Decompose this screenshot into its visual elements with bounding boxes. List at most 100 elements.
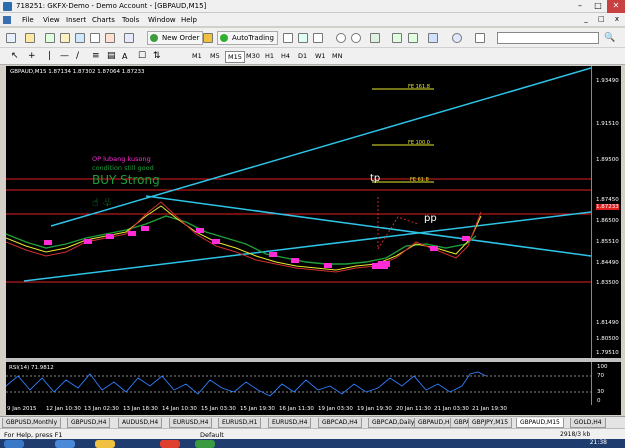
horizontal-line-icon[interactable]: — <box>60 51 69 62</box>
new-chart-icon[interactable] <box>6 33 16 43</box>
chart-tab[interactable]: AUDUSD,H4 <box>118 418 163 428</box>
vertical-line-icon[interactable]: | <box>48 51 51 62</box>
standard-toolbar: New Order AutoTrading 🔍 <box>0 28 625 48</box>
chart-tab[interactable]: GBPUSD,H4 <box>67 418 111 428</box>
menu-insert[interactable]: Insert <box>66 16 86 24</box>
lower-trendline <box>23 211 592 282</box>
chart-shift-icon[interactable] <box>392 33 402 43</box>
crosshair-icon[interactable]: + <box>28 51 36 62</box>
menu-file[interactable]: File <box>22 16 34 24</box>
menu-tools[interactable]: Tools <box>122 16 139 24</box>
chart-tab[interactable]: EURUSD,H1 <box>218 418 262 428</box>
terminal-icon[interactable] <box>90 33 100 43</box>
fibo-label: FE 100.0 <box>408 140 430 146</box>
periods-icon[interactable] <box>452 33 462 43</box>
price-tick: 1.80500 <box>596 336 619 342</box>
timeframe-m1[interactable]: M1 <box>190 51 204 63</box>
line-chart-icon[interactable] <box>313 33 323 43</box>
templates-icon[interactable] <box>475 33 485 43</box>
chart-tab[interactable]: GOLD,H4 <box>570 418 606 428</box>
menu-charts[interactable]: Charts <box>92 16 115 24</box>
close-button[interactable]: ✕ <box>607 0 625 13</box>
fibonacci-icon[interactable]: ▤ <box>107 51 116 62</box>
data-window-icon[interactable] <box>60 33 70 43</box>
profile-name[interactable]: Default <box>200 431 224 439</box>
strategy-tester-icon[interactable] <box>105 33 115 43</box>
rsi-tick: 70 <box>597 373 604 379</box>
timeframe-m5[interactable]: M5 <box>208 51 222 63</box>
timeframe-w1[interactable]: W1 <box>313 51 328 63</box>
tile-windows-icon[interactable] <box>370 33 380 43</box>
autoscroll-icon[interactable] <box>408 33 418 43</box>
chart-tab[interactable]: EURUSD,H4 <box>268 418 312 428</box>
thumbs-up-icon: ☝ ♧ <box>92 196 112 209</box>
new-order-label: New Order <box>162 34 200 42</box>
annotation-pp: pp <box>424 213 437 224</box>
channel-icon[interactable]: ≡ <box>92 51 100 62</box>
zoom-in-icon[interactable] <box>336 33 346 43</box>
search-icon[interactable]: 🔍 <box>604 33 615 44</box>
chart-tabs: GBPUSD,Monthly GBPUSD,H4 AUDUSD,H4 EURUS… <box>0 416 625 428</box>
time-tick: 16 Jan 11:30 <box>279 406 314 412</box>
rsi-tick: 0 <box>597 398 601 404</box>
timeframe-d1[interactable]: D1 <box>296 51 309 63</box>
candlesticks-icon[interactable] <box>298 33 308 43</box>
signal-arrows <box>44 226 470 269</box>
folder-icon[interactable] <box>95 440 115 448</box>
start-icon[interactable] <box>4 440 24 448</box>
chart-header: GBPAUD,M15 1.87134 1.87302 1.87064 1.872… <box>10 69 145 75</box>
rsi-pane[interactable]: RSI(14) 71.9812 <box>5 362 591 405</box>
chart-tab[interactable]: GBPCAD,Daily <box>368 418 419 428</box>
timeframe-h4[interactable]: H4 <box>279 51 292 63</box>
chart-tab[interactable]: EURUSD,H4 <box>169 418 213 428</box>
window-title: 718251: GKFX-Demo - Demo Account - [GBPA… <box>16 2 207 10</box>
text-icon[interactable]: A <box>122 51 127 62</box>
ie-icon[interactable] <box>55 440 75 448</box>
mdi-window-buttons[interactable]: _ □ x <box>584 15 623 23</box>
menu-view[interactable]: View <box>43 16 60 24</box>
fibo-label: FE 161.8 <box>408 84 430 90</box>
search-input[interactable] <box>497 32 599 44</box>
text-label-icon[interactable]: ☐ <box>138 51 146 62</box>
timeframe-mn[interactable]: MN <box>330 51 344 63</box>
chrome-icon[interactable] <box>160 440 180 448</box>
price-chart[interactable]: GBPAUD,M15 1.87134 1.87302 1.87064 1.872… <box>5 66 592 358</box>
chart-tab[interactable]: GBPUSD,Monthly <box>2 418 62 428</box>
timeframe-h1[interactable]: H1 <box>263 51 276 63</box>
timeframe-m15[interactable]: M15 <box>225 51 245 63</box>
new-order-button[interactable]: New Order <box>147 31 204 45</box>
annotation-condition: condition still good <box>92 164 154 172</box>
menu-help[interactable]: Help <box>181 16 197 24</box>
profiles-icon[interactable] <box>25 33 35 43</box>
trendline-icon[interactable]: ∕ <box>76 51 79 62</box>
zoom-out-icon[interactable] <box>351 33 361 43</box>
time-tick: 13 Jan 18:30 <box>123 406 158 412</box>
price-tick: 1.86500 <box>596 218 619 224</box>
menu-window[interactable]: Window <box>148 16 176 24</box>
navigator-icon[interactable] <box>75 33 85 43</box>
chart-tab[interactable]: GBPJPY,M15 <box>468 418 513 428</box>
app-icon <box>3 2 12 11</box>
price-line <box>5 201 482 273</box>
metatrader-icon[interactable] <box>195 440 215 448</box>
maximize-button[interactable]: □ <box>589 0 607 13</box>
annotation-op: OP lubang kusong <box>92 155 151 163</box>
chart-tab[interactable]: GBPCAD,H4 <box>318 418 362 428</box>
current-price-label: 1.87233 <box>596 204 619 210</box>
metaeditor-icon[interactable] <box>203 33 213 43</box>
minimize-button[interactable]: – <box>571 0 589 13</box>
market-watch-icon[interactable] <box>45 33 55 43</box>
price-tick: 1.91510 <box>596 121 619 127</box>
indicators-icon[interactable] <box>428 33 438 43</box>
chart-tab-active[interactable]: GBPAUD,M15 <box>516 418 564 428</box>
fibo-label: FE 61.8 <box>410 177 429 183</box>
time-axis: 9 Jan 2015 12 Jan 10:30 13 Jan 02:30 13 … <box>6 405 621 415</box>
cursor-icon[interactable]: ↖ <box>11 51 19 62</box>
timeframe-m30[interactable]: M30 <box>244 51 262 63</box>
bar-chart-icon[interactable] <box>283 33 293 43</box>
history-icon[interactable] <box>124 33 134 43</box>
autotrading-button[interactable]: AutoTrading <box>217 31 278 45</box>
arrows-icon[interactable]: ⇅ <box>153 51 161 62</box>
moving-average-green <box>5 215 477 265</box>
price-tick: 1.87450 <box>596 197 619 203</box>
